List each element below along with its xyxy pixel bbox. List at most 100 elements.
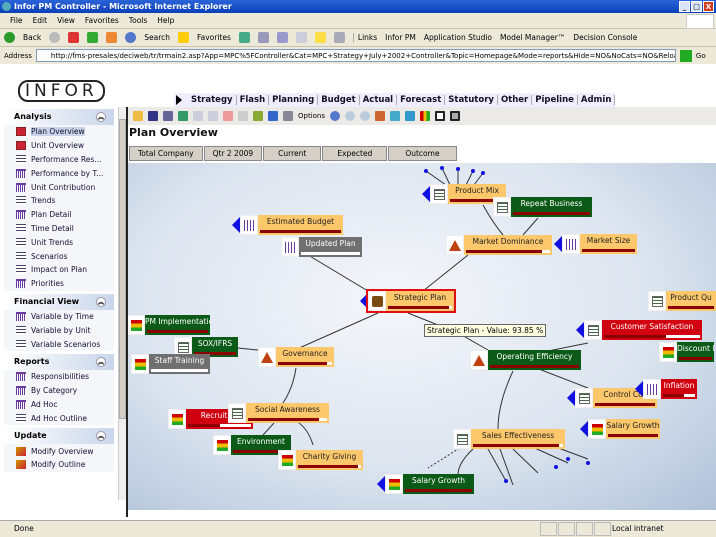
- back-icon[interactable]: [4, 32, 15, 43]
- sidebar-item-variable-by-time[interactable]: Variable by Time: [4, 310, 114, 324]
- go-arrow-icon[interactable]: [679, 49, 692, 62]
- node-market-size[interactable]: Market Size: [562, 234, 637, 254]
- address-input[interactable]: http://fms-presales/deciweb/tr/trmain2.a…: [35, 49, 676, 62]
- minimize-button[interactable]: _: [679, 1, 690, 12]
- redo-icon[interactable]: [208, 111, 218, 121]
- sidebar-item-ad-hoc-outline[interactable]: Ad Hoc Outline: [4, 411, 114, 425]
- section-header[interactable]: Reports ︽: [4, 353, 114, 370]
- layout-icon[interactable]: [375, 111, 386, 121]
- node-strategic-plan[interactable]: Strategic Plan: [366, 289, 456, 313]
- menu-help[interactable]: Help: [157, 13, 174, 28]
- sort-icon[interactable]: [268, 111, 278, 121]
- export-icon[interactable]: [163, 111, 173, 121]
- sidebar-item-modify-overview[interactable]: Modify Overview: [4, 444, 114, 458]
- delete-icon[interactable]: [223, 111, 233, 121]
- link-decision-console[interactable]: Decision Console: [573, 33, 637, 42]
- expand-arrow-icon[interactable]: [554, 236, 562, 252]
- excel-icon[interactable]: [178, 111, 188, 121]
- folder-icon[interactable]: [314, 32, 326, 43]
- close-button[interactable]: X: [703, 1, 714, 12]
- zoom-out-icon[interactable]: [360, 111, 371, 121]
- collapse-icon[interactable]: ︽: [96, 112, 106, 122]
- tab-actual[interactable]: Actual: [360, 95, 398, 105]
- node-estimated-budget[interactable]: Estimated Budget: [240, 215, 343, 235]
- sidebar-item-trends[interactable]: Trends: [4, 194, 114, 208]
- help-icon[interactable]: [330, 111, 341, 121]
- node-charity-giving[interactable]: Charity Giving: [278, 450, 363, 470]
- tab-budget[interactable]: Budget: [318, 95, 360, 105]
- sidebar-item-time-detail[interactable]: Time Detail: [4, 222, 114, 236]
- menu-edit[interactable]: Edit: [33, 13, 48, 28]
- edit-icon[interactable]: [295, 32, 307, 43]
- expand-arrow-icon[interactable]: [580, 421, 588, 437]
- view-filled-icon[interactable]: [450, 111, 461, 121]
- filter-unit[interactable]: Total Company: [129, 146, 203, 161]
- node-updated-plan[interactable]: Updated Plan: [281, 237, 362, 257]
- status-colors-icon[interactable]: [420, 111, 431, 121]
- node-operating-efficiency[interactable]: Operating Efficiency: [470, 350, 581, 370]
- menu-file[interactable]: File: [10, 13, 23, 28]
- node-market-dominance[interactable]: Market Dominance: [446, 235, 552, 255]
- node-repeat-business[interactable]: Repeat Business: [493, 197, 592, 217]
- expand-arrow-icon[interactable]: [567, 390, 575, 406]
- filter-expected[interactable]: Expected: [322, 146, 388, 161]
- sidebar-item-variable-scenarios[interactable]: Variable Scenarios: [4, 337, 114, 351]
- expand-arrow-icon[interactable]: [377, 476, 385, 492]
- mail-icon[interactable]: [257, 32, 269, 43]
- expand-arrow-icon[interactable]: [360, 293, 368, 309]
- expand-arrow-icon[interactable]: [635, 381, 643, 397]
- node-staff-training[interactable]: Staff Training: [131, 354, 210, 374]
- print-icon[interactable]: [276, 32, 288, 43]
- media-icon[interactable]: [238, 32, 250, 43]
- section-header[interactable]: Financial View ︽: [4, 293, 114, 310]
- node-customer-satisfaction[interactable]: Customer Satisfaction: [584, 320, 702, 340]
- node-sales-effectiveness[interactable]: Sales Effectiveness: [453, 429, 565, 449]
- connect-icon[interactable]: [390, 111, 401, 121]
- node-governance[interactable]: Governance: [258, 347, 334, 367]
- node-inflation[interactable]: Inflation: [643, 379, 697, 399]
- view-box-icon[interactable]: [435, 111, 446, 121]
- zoom-in-icon[interactable]: [345, 111, 356, 121]
- home-icon[interactable]: [106, 32, 118, 43]
- tab-other[interactable]: Other: [498, 95, 533, 105]
- forward-icon[interactable]: [49, 32, 61, 43]
- sidebar-item-performance-by-t-[interactable]: Performance by T...: [4, 166, 114, 180]
- sidebar-item-unit-overview[interactable]: Unit Overview: [4, 139, 114, 153]
- refresh-icon[interactable]: [87, 32, 99, 43]
- options-button[interactable]: Options: [298, 112, 325, 120]
- menu-view[interactable]: View: [57, 13, 75, 28]
- link-infor-pm[interactable]: Infor PM: [385, 33, 416, 42]
- section-header[interactable]: Analysis ︽: [4, 109, 114, 125]
- tab-arrow-icon[interactable]: [176, 95, 182, 105]
- filter-period[interactable]: Qtr 2 2009: [203, 146, 263, 161]
- sidebar-item-priorities[interactable]: Priorities: [4, 277, 114, 291]
- tab-admin[interactable]: Admin: [578, 95, 616, 105]
- collapse-icon[interactable]: ︽: [96, 431, 106, 442]
- sidebar-item-responsibilities[interactable]: Responsibilities: [4, 370, 114, 384]
- sidebar-item-ad-hoc[interactable]: Ad Hoc: [4, 398, 114, 412]
- node-pm-implementation[interactable]: PM Implementation: [128, 315, 210, 335]
- tab-strategy[interactable]: Strategy: [188, 95, 237, 105]
- sidebar-item-plan-detail[interactable]: Plan Detail: [4, 208, 114, 222]
- sidebar-item-unit-trends[interactable]: Unit Trends: [4, 235, 114, 249]
- sidebar-item-by-category[interactable]: By Category: [4, 384, 114, 398]
- node-discount[interactable]: Discount I: [659, 342, 714, 362]
- go-button[interactable]: Go: [696, 52, 706, 60]
- node-salary-growth-bottom[interactable]: Salary Growth: [385, 474, 474, 494]
- stop-icon[interactable]: [68, 32, 80, 43]
- undo-icon[interactable]: [193, 111, 203, 121]
- filter-current[interactable]: Current: [263, 146, 322, 161]
- sidebar-item-performance-res-[interactable]: Performance Res...: [4, 153, 114, 167]
- collapse-icon[interactable]: ︽: [96, 296, 106, 307]
- sidebar-item-unit-contribution[interactable]: Unit Contribution: [4, 180, 114, 194]
- sidebar-item-scenarios[interactable]: Scenarios: [4, 249, 114, 263]
- tab-statutory[interactable]: Statutory: [445, 95, 498, 105]
- menu-favorites[interactable]: Favorites: [85, 13, 119, 28]
- edit-node-icon[interactable]: [253, 111, 263, 121]
- node-product-quality[interactable]: Product Qu: [648, 291, 716, 311]
- expand-arrow-icon[interactable]: [422, 186, 430, 202]
- node-social-awareness[interactable]: Social Awareness: [228, 403, 329, 423]
- node-salary-growth-right[interactable]: Salary Growth: [588, 419, 660, 439]
- maximize-button[interactable]: □: [691, 1, 702, 12]
- expand-arrow-icon[interactable]: [232, 217, 240, 233]
